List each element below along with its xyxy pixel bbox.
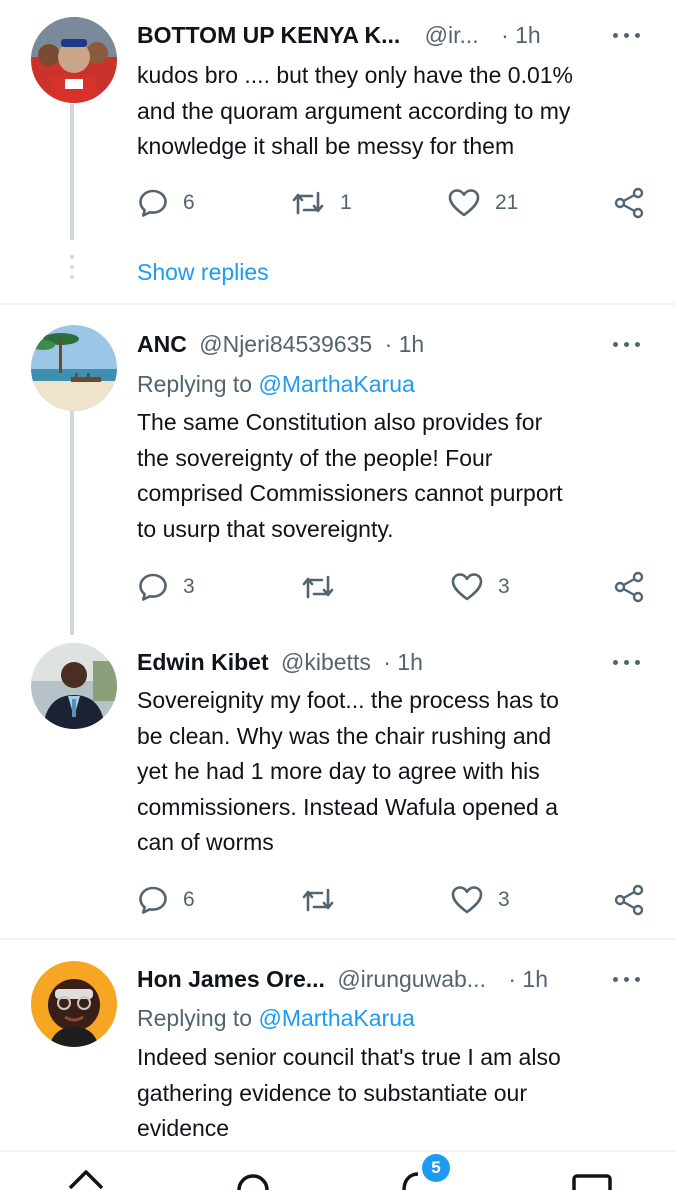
reply-icon [139, 886, 167, 914]
more-options-icon[interactable] [611, 26, 643, 46]
more-options-icon[interactable] [611, 970, 643, 990]
share-button[interactable] [613, 569, 645, 605]
thread-dots [70, 255, 74, 285]
tweet-text: kudos bro .... but they only have the 0.… [137, 62, 574, 160]
tweet-header: ANC @Njeri84539635 · 1h [137, 327, 615, 361]
tweet[interactable]: BOTTOM UP KENYA K... @ir... · 1h kudos b… [0, 0, 675, 305]
timestamp[interactable]: · 1h [501, 22, 541, 48]
avatar[interactable] [31, 643, 117, 729]
timestamp[interactable]: · 1h [508, 966, 548, 992]
tweet-header: BOTTOM UP KENYA K... @ir... · 1h [137, 18, 615, 52]
avatar[interactable] [31, 325, 117, 411]
timestamp[interactable]: · 1h [383, 649, 423, 675]
replying-label: Replying to [137, 1005, 253, 1031]
more-options-icon[interactable] [611, 653, 643, 673]
reply-button[interactable]: 6 [137, 185, 195, 221]
tweet[interactable]: Edwin Kibet @kibetts · 1h Sovereignity m… [0, 635, 675, 938]
notifications-badge[interactable]: 5 [422, 1154, 450, 1182]
tweet-header: Edwin Kibet @kibetts · 1h [137, 645, 615, 679]
more-options-icon[interactable] [611, 335, 643, 355]
replying-to: Replying to @MarthaKarua [137, 1001, 415, 1035]
tweet-actions: 3 3 [137, 569, 647, 605]
share-icon [614, 187, 644, 219]
like-button[interactable]: 3 [450, 882, 510, 918]
user-handle[interactable]: @ir... [425, 22, 479, 48]
reply-icon [139, 189, 167, 217]
retweet-button[interactable] [300, 569, 350, 605]
tweet-text: The same Constitution also provides for … [137, 409, 563, 542]
messages-icon[interactable] [570, 1166, 614, 1190]
tweet-text: Indeed senior council that's true I am a… [137, 1044, 561, 1142]
like-button[interactable]: 21 [447, 185, 518, 221]
show-replies-link[interactable]: Show replies [137, 255, 269, 289]
reply-count: 3 [183, 575, 195, 598]
replying-label: Replying to [137, 371, 253, 397]
home-icon[interactable] [66, 1166, 106, 1190]
display-name[interactable]: ANC [137, 331, 187, 357]
mention-link[interactable]: @MarthaKarua [258, 371, 414, 397]
thread-line [70, 104, 74, 240]
retweet-icon [292, 191, 324, 215]
like-count: 3 [498, 888, 510, 911]
heart-icon [451, 573, 483, 601]
replying-to: Replying to @MarthaKarua [137, 367, 415, 401]
share-button[interactable] [613, 185, 645, 221]
mention-link[interactable]: @MarthaKarua [258, 1005, 414, 1031]
tweet[interactable]: ANC @Njeri84539635 · 1h Replying to @Mar… [0, 305, 675, 635]
timestamp[interactable]: · 1h [385, 331, 425, 357]
reply-button[interactable]: 6 [137, 882, 195, 918]
tweet[interactable]: Hon James Ore... @irunguwab... · 1h Repl… [0, 940, 675, 1150]
tweet-actions: 6 3 [137, 882, 647, 918]
retweet-button[interactable]: 1 [290, 185, 352, 221]
tweet-header: Hon James Ore... @irunguwab... · 1h [137, 962, 615, 996]
share-button[interactable] [613, 882, 645, 918]
display-name[interactable]: Hon James Ore... [137, 966, 325, 992]
share-icon [614, 884, 644, 916]
bottom-navigation: 5 [0, 1150, 675, 1190]
like-count: 21 [495, 191, 519, 214]
user-handle[interactable]: @Njeri84539635 [199, 331, 372, 357]
reply-count: 6 [183, 888, 195, 911]
share-icon [614, 571, 644, 603]
retweet-icon [302, 888, 334, 912]
thread-line [70, 409, 74, 635]
reply-icon [139, 573, 167, 601]
retweet-button[interactable] [300, 882, 350, 918]
reply-count: 6 [183, 191, 195, 214]
heart-icon [448, 189, 480, 217]
search-icon[interactable] [233, 1166, 273, 1190]
user-handle[interactable]: @irunguwab... [337, 966, 486, 992]
retweet-icon [302, 575, 334, 599]
user-handle[interactable]: @kibetts [281, 649, 371, 675]
like-count: 3 [498, 575, 510, 598]
retweet-count: 1 [340, 191, 352, 214]
tweet-actions: 6 1 21 [137, 185, 647, 221]
avatar[interactable] [31, 961, 117, 1047]
display-name[interactable]: BOTTOM UP KENYA K... [137, 22, 400, 48]
like-button[interactable]: 3 [450, 569, 510, 605]
avatar[interactable] [31, 17, 117, 103]
display-name[interactable]: Edwin Kibet [137, 649, 269, 675]
tweet-text: Sovereignity my foot... the process has … [137, 687, 559, 856]
reply-button[interactable]: 3 [137, 569, 195, 605]
heart-icon [451, 886, 483, 914]
